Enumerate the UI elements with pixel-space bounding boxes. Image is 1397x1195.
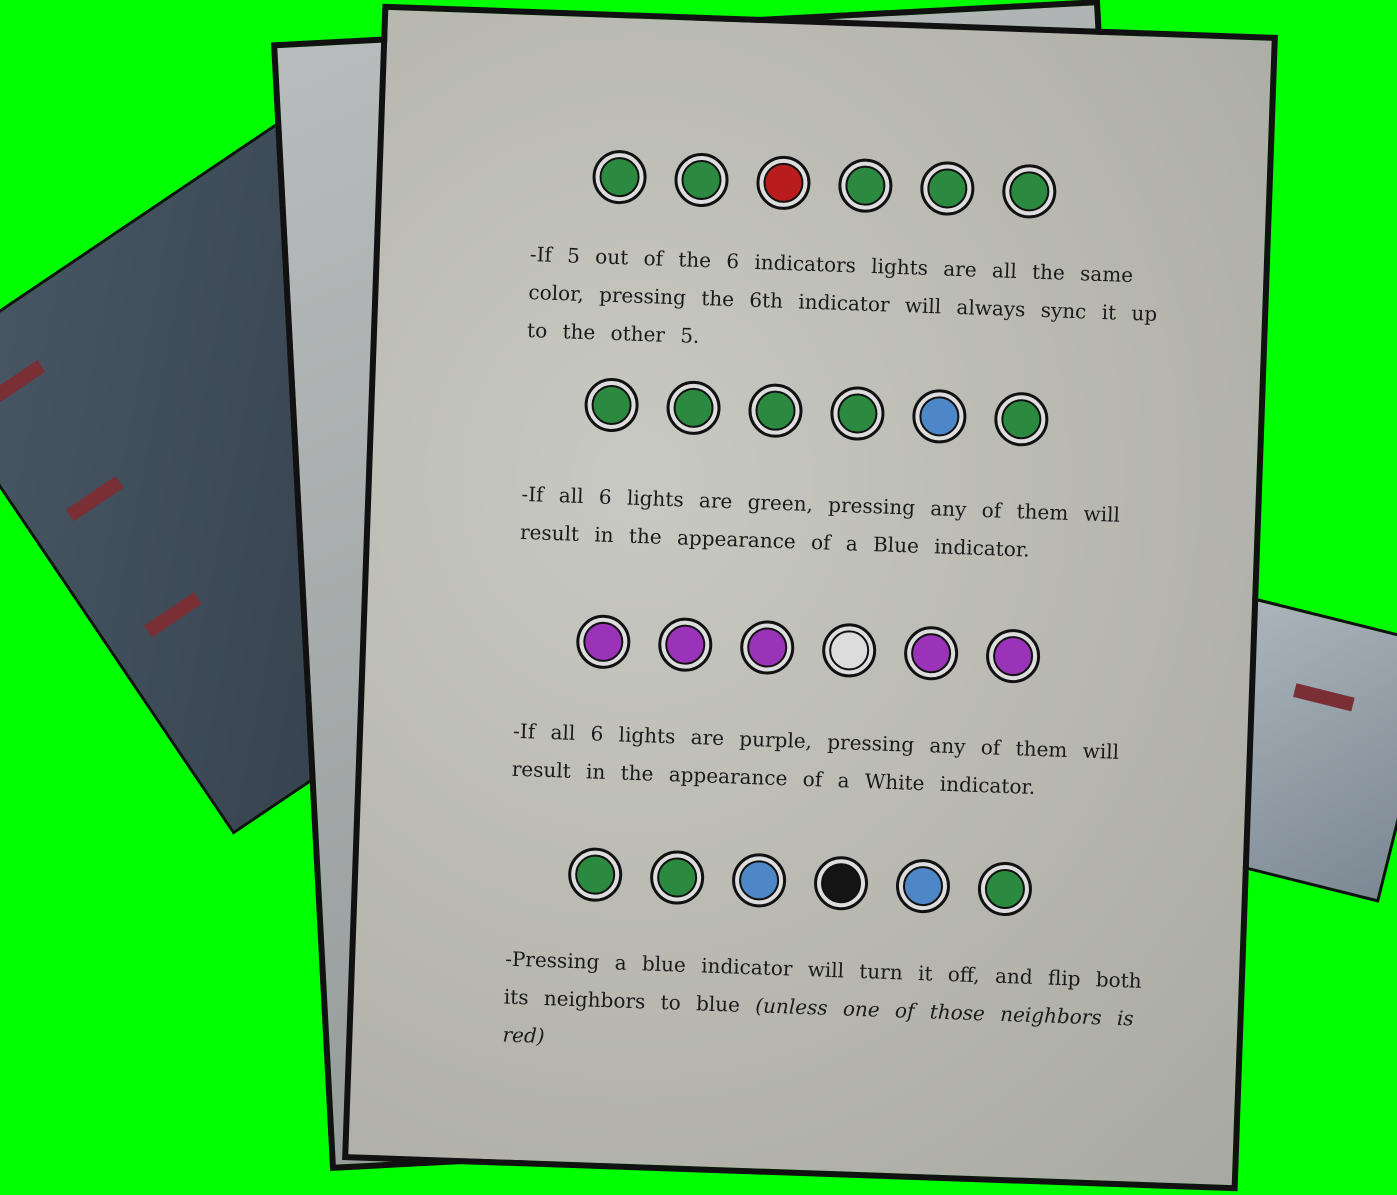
green-indicator-light [665,379,722,436]
indicator-core [680,159,723,201]
rule-3-text: -If all 6 lights are purple, pressing an… [511,718,1120,799]
rule-2-text: -If all 6 lights are green, pressing any… [519,481,1121,562]
green-indicator-light [747,382,804,439]
instruction-paper: -If 5 out of the 6 indicators lights are… [342,3,1278,1192]
green-indicator-light [993,391,1050,448]
indicator-core [754,389,797,432]
green-indicator-light [919,160,976,217]
green-indicator-light [1001,163,1058,220]
white-indicator-light [821,622,878,679]
indicator-core [992,635,1034,677]
indicator-core [902,865,944,907]
indicator-core [598,156,641,198]
purple-indicator-light [575,613,632,670]
indicator-row-4 [357,839,1242,924]
indicator-core [746,626,788,669]
indicator-core [582,621,625,663]
purple-indicator-light [985,628,1042,685]
rule-1-text: -If 5 out of the 6 indicators lights are… [526,242,1158,348]
indicator-core [910,632,952,674]
indicator-core [738,859,780,902]
green-indicator-light [837,157,894,214]
indicator-row-3 [366,607,1251,692]
indicator-row-1 [382,142,1267,227]
purple-indicator-light [903,625,960,682]
indicator-core [926,167,969,210]
indicator-core [574,853,616,896]
envelope-stripe [0,360,46,406]
rule-text-3: -If all 6 lights are purple, pressing an… [511,712,1153,810]
indicator-row-2 [374,370,1259,455]
green-indicator-light [649,849,706,906]
rule-text-4: -Pressing a blue indicator will turn it … [502,940,1146,1076]
indicator-core [828,629,870,672]
blue-indicator-light [895,858,951,915]
indicator-core [664,623,706,666]
envelope-stripe [65,476,124,522]
green-indicator-light [673,152,730,208]
purple-indicator-light [657,616,714,673]
indicator-core [590,384,633,426]
indicator-core [656,856,698,899]
indicator-core [1000,398,1043,440]
blue-indicator-light [731,852,788,909]
green-indicator-light [583,377,640,433]
indicator-core [844,164,887,207]
rule-text-1: -If 5 out of the 6 indicators lights are… [527,235,1171,371]
purple-indicator-light [739,619,796,676]
indicator-core [672,387,715,429]
indicator-core [918,395,961,438]
green-indicator-light [567,846,624,903]
envelope-stripe [1293,683,1355,712]
black-indicator-light [813,855,869,912]
indicator-core [1008,170,1050,213]
indicator-core [984,868,1026,910]
green-indicator-light [977,861,1033,917]
indicator-core [836,392,879,435]
red-indicator-light [755,154,812,211]
indicator-core [820,862,862,904]
rule-text-2: -If all 6 lights are green, pressing any… [519,475,1161,573]
indicator-core [762,162,805,204]
blue-indicator-light [911,388,968,445]
green-indicator-light [829,385,886,442]
envelope-stripe [144,592,202,638]
green-indicator-light [591,149,648,206]
